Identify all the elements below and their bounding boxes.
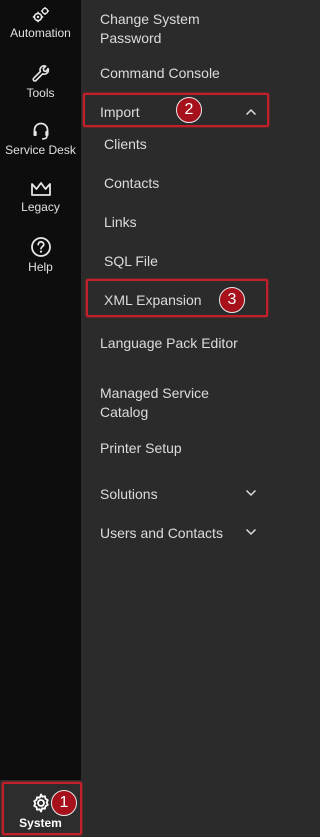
rail-label-service-desk: Service Desk: [5, 143, 76, 157]
chevron-down-icon[interactable]: [245, 528, 257, 536]
rail-label-tools: Tools: [26, 86, 55, 100]
submenu-item-clients[interactable]: Clients: [104, 135, 147, 154]
menu-item-import[interactable]: Import: [100, 103, 140, 122]
submenu-item-sql-file[interactable]: SQL File: [104, 252, 158, 271]
submenu-item-links[interactable]: Links: [104, 213, 137, 232]
chevron-down-icon[interactable]: [245, 489, 257, 497]
menu-item-users-and-contacts[interactable]: Users and Contacts: [100, 524, 223, 543]
rail-label-help: Help: [28, 260, 53, 274]
menu-item-language-pack-editor[interactable]: Language Pack Editor: [100, 334, 250, 353]
rail-item-service-desk[interactable]: Service Desk: [0, 121, 81, 157]
menu-item-change-system-password[interactable]: Change System Password: [100, 10, 250, 48]
submenu-item-xml-expansion[interactable]: XML Expansion: [104, 291, 202, 310]
chevron-up-icon[interactable]: [245, 108, 257, 116]
wrench-icon: [31, 65, 49, 82]
rail-label-automation: Automation: [10, 26, 71, 40]
callout-badge-1: 1: [51, 790, 77, 816]
menu-item-command-console[interactable]: Command Console: [100, 64, 220, 83]
crown-icon: [30, 182, 51, 196]
help-circle-icon: [30, 237, 51, 257]
automation-gears-icon: [32, 7, 49, 23]
submenu-item-contacts[interactable]: Contacts: [104, 174, 159, 193]
rail-label-legacy: Legacy: [21, 200, 60, 214]
rail-label-system: System: [19, 816, 62, 830]
rail-item-automation[interactable]: Automation: [0, 6, 81, 40]
rail-item-legacy[interactable]: Legacy: [0, 180, 81, 214]
menu-item-solutions[interactable]: Solutions: [100, 485, 158, 504]
headset-icon: [33, 122, 48, 140]
system-menu-panel: Change System Password Command Console I…: [81, 0, 271, 837]
callout-badge-3: 3: [219, 287, 245, 313]
rail-item-tools[interactable]: Tools: [0, 64, 81, 100]
left-navigation-rail: Automation Tools Service Desk Legacy Hel…: [0, 0, 81, 837]
gear-icon: [32, 793, 49, 813]
menu-item-printer-setup[interactable]: Printer Setup: [100, 439, 182, 458]
menu-item-managed-service-catalog[interactable]: Managed Service Catalog: [100, 384, 250, 422]
callout-badge-2: 2: [176, 97, 202, 123]
rail-item-help[interactable]: Help: [0, 236, 81, 274]
